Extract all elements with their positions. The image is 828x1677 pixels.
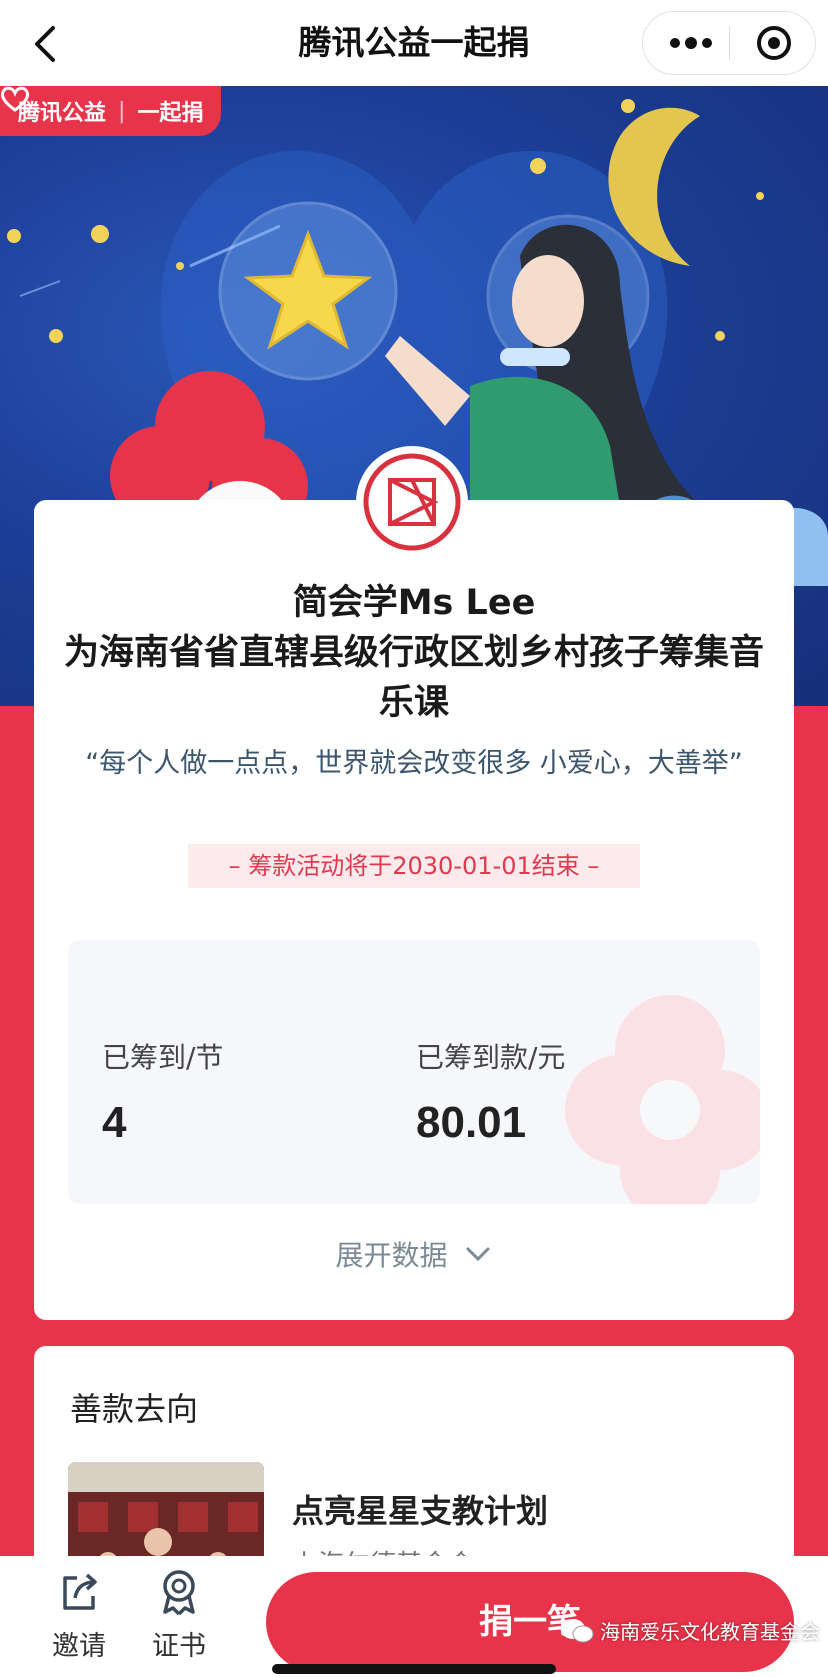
home-indicator (272, 1664, 556, 1674)
organization-logo (356, 446, 468, 558)
stat-label: 已筹到/节 (102, 1041, 224, 1074)
stat-value: 80.01 (416, 1098, 527, 1147)
share-icon (34, 1564, 124, 1620)
project-name[interactable]: 点亮星星支教计划 (292, 1486, 548, 1532)
close-button[interactable] (743, 12, 805, 74)
expand-data-button[interactable]: 展开数据 (34, 1234, 794, 1274)
watermark-text: 海南爱乐文化教育基金会 (600, 1620, 820, 1644)
project-card: 简会学Ms Lee 为海南省省直辖县级行政区划乡村孩子筹集音乐课 “每个人做一点… (34, 500, 794, 1320)
envelope-logo-icon (363, 453, 461, 551)
medal-icon (134, 1564, 224, 1620)
campaign-name: 一起捐 (137, 101, 204, 126)
heart-logo-icon (0, 86, 30, 112)
mini-program-capsule (642, 11, 816, 75)
project-slogan: “每个人做一点点，世界就会改变很多 小爱心，大善举” (85, 748, 743, 779)
flower-watermark-icon (565, 995, 760, 1204)
capsule-divider (729, 26, 730, 60)
more-button[interactable] (661, 12, 721, 74)
project-title-block: 简会学Ms Lee 为海南省省直辖县级行政区划乡村孩子筹集音乐课 (54, 578, 774, 728)
brand-tag: 腾讯公益 | 一起捐 (0, 86, 222, 136)
certificate-button[interactable]: 证书 (134, 1564, 224, 1663)
more-dots-icon (670, 37, 712, 49)
creator-name: 简会学Ms Lee (292, 583, 536, 623)
section-heading: 善款去向 (70, 1390, 199, 1428)
navigation-bar: 腾讯公益一起捐 (0, 0, 828, 86)
bottom-action-bar: 邀请 证书 捐一笔 海南爱乐文化教育基金会 (0, 1556, 828, 1677)
wechat-icon (561, 1618, 594, 1642)
target-close-icon (757, 26, 791, 60)
wechat-watermark: 海南爱乐文化教育基金会 (560, 1616, 820, 1645)
brand-separator: | (118, 98, 126, 124)
certificate-label: 证书 (152, 1631, 206, 1662)
stat-sessions: 已筹到/节 4 (102, 1036, 223, 1148)
stat-amount: 已筹到款/元 80.01 (416, 1036, 565, 1148)
brand-name: 腾讯公益 (18, 101, 107, 126)
deadline-badge: – 筹款活动将于2030-01-01结束 – (188, 844, 640, 888)
expand-data-label: 展开数据 (335, 1239, 448, 1272)
project-title: 为海南省省直辖县级行政区划乡村孩子筹集音乐课 (63, 633, 764, 723)
stat-label: 已筹到款/元 (416, 1041, 566, 1074)
stat-value: 4 (102, 1098, 127, 1147)
invite-button[interactable]: 邀请 (34, 1564, 124, 1663)
invite-label: 邀请 (52, 1631, 106, 1662)
chevron-down-icon (466, 1247, 490, 1262)
fundraising-stats: 已筹到/节 4 已筹到款/元 80.01 (68, 940, 760, 1204)
